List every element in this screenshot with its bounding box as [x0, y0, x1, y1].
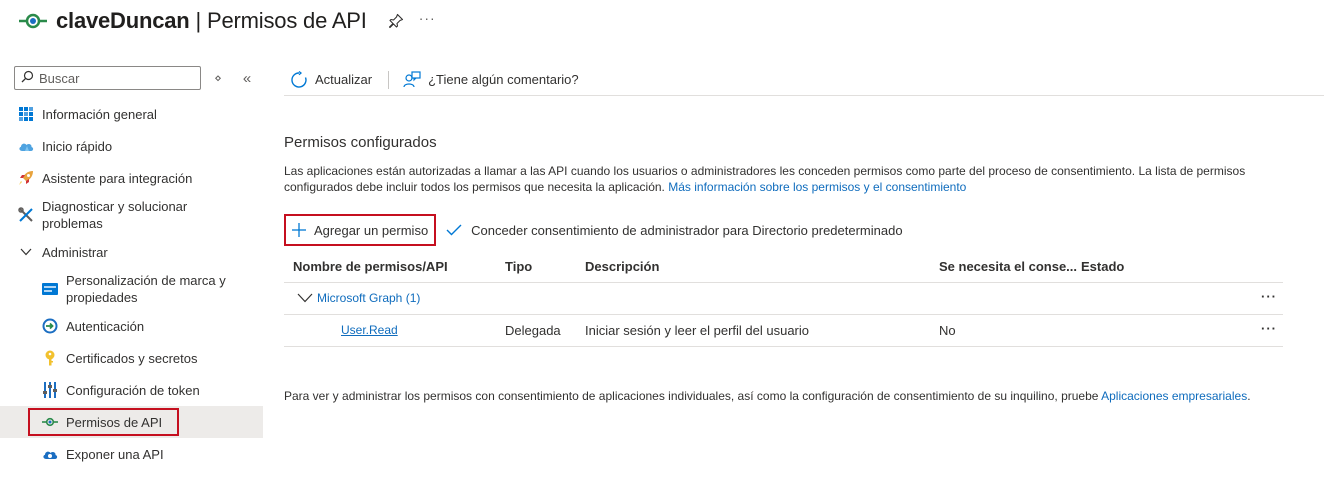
- auth-icon: [42, 318, 58, 334]
- table-row: User.Read Delegada Iniciar sesión y leer…: [284, 315, 1283, 347]
- feedback-label: ¿Tiene algún comentario?: [428, 72, 579, 87]
- header-admin-consent[interactable]: Se necesita el conse...: [939, 259, 1077, 274]
- api-permissions-app-icon: [18, 6, 48, 36]
- group-name: Microsoft Graph (1): [317, 291, 421, 305]
- feedback-icon: [403, 70, 421, 89]
- grid-icon: [18, 106, 34, 122]
- sidebar-item-branding[interactable]: Personalización de marca y propiedades: [0, 268, 263, 310]
- footer-note: Para ver y administrar los permisos con …: [284, 388, 1274, 404]
- filter-icon[interactable]: ⋄: [209, 69, 227, 87]
- group-toggle-microsoft-graph[interactable]: Microsoft Graph (1): [297, 291, 420, 305]
- pin-icon[interactable]: [387, 12, 405, 30]
- grant-consent-label: Conceder consentimiento de administrador…: [471, 222, 903, 238]
- grant-admin-consent-button[interactable]: Conceder consentimiento de administrador…: [446, 222, 903, 238]
- refresh-icon: [290, 70, 308, 89]
- enterprise-apps-link[interactable]: Aplicaciones empresariales: [1101, 389, 1247, 403]
- sidebar-item-quickstart[interactable]: Inicio rápido: [0, 130, 263, 162]
- sidebar-item-certificates[interactable]: Certificados y secretos: [0, 342, 263, 374]
- sidebar-item-label: Información general: [42, 106, 157, 122]
- permission-admin-consent: No: [939, 323, 956, 338]
- header-name[interactable]: Nombre de permisos/API: [293, 259, 448, 274]
- sidebar-item-expose-api[interactable]: Exponer una API: [0, 438, 263, 470]
- section-title: Permisos configurados: [284, 134, 437, 151]
- plus-icon: [292, 223, 306, 237]
- sidebar-item-label: Administrar: [42, 244, 108, 260]
- sidebar-item-overview[interactable]: Información general: [0, 98, 263, 130]
- sidebar-item-label: Asistente para integración: [42, 170, 193, 186]
- permissions-actions: Agregar un permiso Conceder consentimien…: [284, 214, 903, 246]
- title-separator: |: [195, 8, 202, 33]
- chevron-down-icon: [18, 244, 34, 260]
- sidebar-group-manage[interactable]: Administrar: [0, 236, 263, 268]
- refresh-label: Actualizar: [315, 72, 373, 87]
- token-config-icon: [42, 382, 58, 398]
- add-permission-label: Agregar un permiso: [314, 222, 429, 238]
- collapse-sidebar-icon[interactable]: «: [238, 69, 256, 87]
- toolbar-divider: [388, 70, 390, 89]
- checkmark-icon: [446, 224, 462, 236]
- row-more-icon[interactable]: ···: [1261, 321, 1277, 336]
- more-options-icon[interactable]: ···: [419, 10, 436, 26]
- branding-icon: [42, 281, 58, 297]
- search-icon: [21, 70, 34, 86]
- sidebar-item-label: Autenticación: [66, 318, 145, 334]
- sidebar-search[interactable]: [14, 66, 201, 90]
- app-name: claveDuncan: [56, 8, 190, 33]
- sidebar-item-label: Personalización de marca y propiedades: [66, 273, 226, 305]
- add-permission-button[interactable]: Agregar un permiso: [284, 214, 437, 246]
- rocket-icon: [18, 170, 34, 186]
- refresh-button[interactable]: Actualizar: [284, 66, 378, 94]
- learn-more-link[interactable]: Más información sobre los permisos y el …: [668, 180, 966, 194]
- header-status[interactable]: Estado: [1081, 259, 1124, 274]
- sidebar-item-api-permissions[interactable]: Permisos de API: [0, 406, 263, 438]
- header-type[interactable]: Tipo: [505, 259, 532, 274]
- sidebar-item-label: Inicio rápido: [42, 138, 113, 154]
- header-description[interactable]: Descripción: [585, 259, 659, 274]
- page-title: claveDuncan | Permisos de API: [56, 8, 367, 34]
- sidebar-item-token-config[interactable]: Configuración de token: [0, 374, 263, 406]
- sidebar-item-integration-assistant[interactable]: Asistente para integración: [0, 162, 263, 194]
- sidebar-item-authentication[interactable]: Autenticación: [0, 310, 263, 342]
- permissions-table: Nombre de permisos/API Tipo Descripción …: [284, 250, 1283, 347]
- sidebar-item-label: Diagnosticar y solucionar problemas: [42, 199, 188, 231]
- wrench-icon: [18, 207, 34, 223]
- permissions-description: Las aplicaciones están autorizadas a lla…: [284, 163, 1264, 195]
- search-input[interactable]: [39, 70, 189, 86]
- footer-end: .: [1247, 389, 1251, 403]
- cloud-api-icon: [42, 446, 58, 462]
- sidebar-item-diagnose[interactable]: Diagnosticar y solucionar problemas: [0, 194, 263, 236]
- permission-name-link[interactable]: User.Read: [341, 323, 398, 337]
- sidebar-item-label: Configuración de token: [66, 382, 200, 398]
- chevron-down-icon: [297, 293, 313, 303]
- cloud-icon: [18, 138, 34, 154]
- sidebar-item-label: Exponer una API: [66, 446, 164, 462]
- sidebar-item-label: Certificados y secretos: [66, 350, 198, 366]
- key-icon: [42, 350, 58, 366]
- feedback-button[interactable]: ¿Tiene algún comentario?: [397, 66, 585, 94]
- group-more-icon[interactable]: ···: [1261, 289, 1277, 304]
- page-header: claveDuncan | Permisos de API ···: [18, 4, 436, 38]
- footer-text: Para ver y administrar los permisos con …: [284, 389, 1099, 403]
- table-group-row: Microsoft Graph (1) ···: [284, 283, 1283, 315]
- permission-type: Delegada: [505, 323, 561, 338]
- table-header: Nombre de permisos/API Tipo Descripción …: [284, 250, 1283, 283]
- page-name: Permisos de API: [207, 8, 367, 33]
- sidebar-nav: Información general Inicio rápido Asiste…: [0, 98, 263, 470]
- sidebar-item-label: Permisos de API: [66, 414, 163, 430]
- permission-description: Iniciar sesión y leer el perfil del usua…: [585, 323, 809, 338]
- command-bar: Actualizar ¿Tiene algún comentario?: [284, 64, 1324, 96]
- api-permissions-icon: [42, 414, 58, 430]
